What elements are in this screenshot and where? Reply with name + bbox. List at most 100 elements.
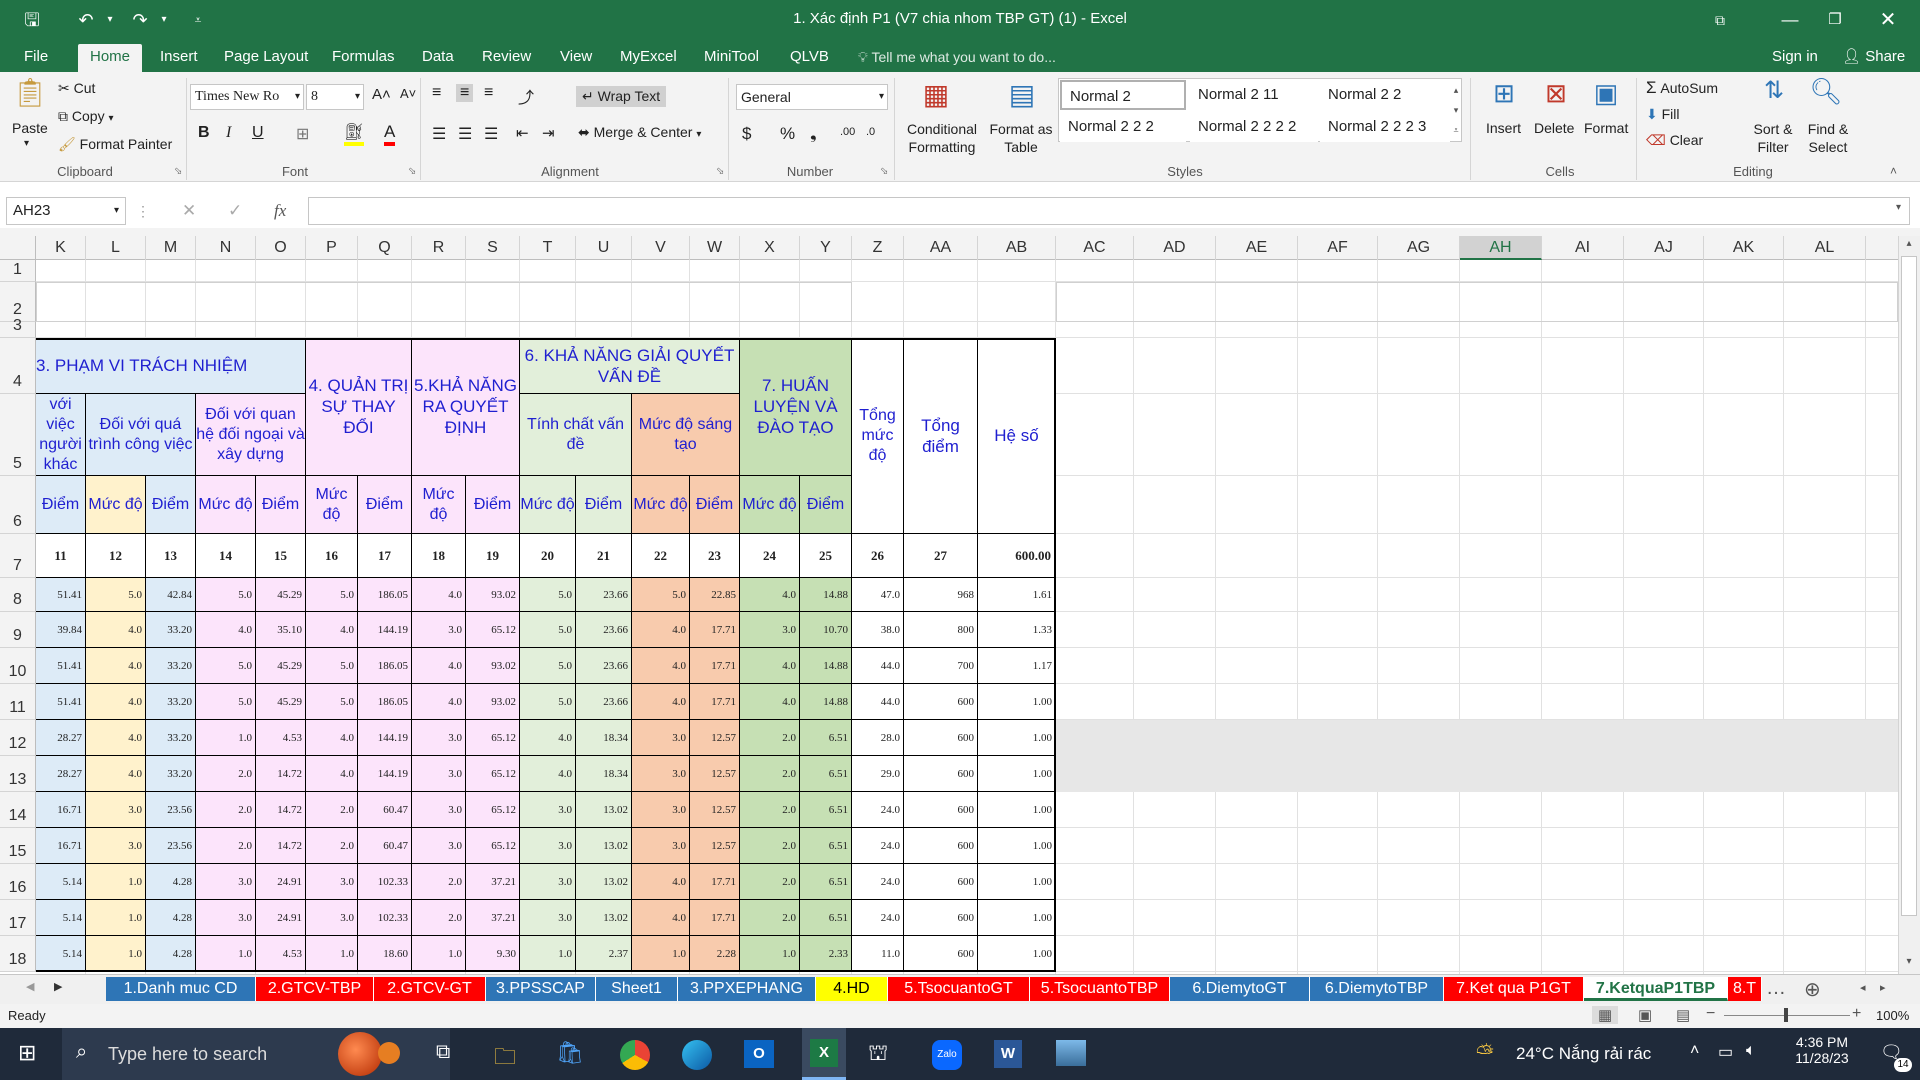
data-cell[interactable]: 1.00 [978,828,1056,864]
data-cell[interactable]: 37.21 [466,864,520,900]
group-header-training[interactable]: 7. HUẤN LUYỆN VÀ ĐÀO TẠO [740,338,852,476]
data-cell[interactable]: 3.0 [632,828,690,864]
data-cell[interactable]: 1.0 [86,900,146,936]
data-cell[interactable]: 4.0 [632,648,690,684]
data-cell[interactable]: 4.0 [306,612,358,648]
group-header-decision-making[interactable]: 5.KHẢ NĂNG RA QUYẾT ĐỊNH [412,338,520,476]
photos-icon[interactable] [1056,1040,1086,1066]
bold-icon[interactable]: B [198,124,210,142]
data-cell[interactable]: 24.0 [852,864,904,900]
data-cell[interactable]: 65.12 [466,792,520,828]
font-size-combo[interactable]: 8 ▾ [306,84,364,110]
data-cell[interactable]: 4.53 [256,720,306,756]
weather-text[interactable]: 24°C Nắng rải rác [1516,1044,1651,1064]
expand-formula-icon[interactable]: ▾ [1896,202,1901,213]
data-cell[interactable]: 12.57 [690,792,740,828]
subheader-problem-nature[interactable]: Tính chất vấn đề [520,394,632,476]
data-cell[interactable]: 186.05 [358,578,412,612]
clear-button[interactable]: ⌫ Clear [1646,132,1703,149]
battery-icon[interactable]: ▭ [1718,1042,1733,1062]
merge-center-button[interactable]: ⬌ Merge & Center ▾ [578,124,701,141]
row-header-4[interactable]: 4 [0,338,36,394]
column-header-l[interactable]: L [86,236,146,260]
group-header-change-management[interactable]: 4. QUẢN TRỊ SỰ THAY ĐỔI [306,338,412,476]
data-cell[interactable]: 1.0 [306,936,358,972]
subheader-row6[interactable]: Điểm [466,476,520,534]
data-cell[interactable]: 2.0 [306,792,358,828]
fill-button[interactable]: ⬇ Fill [1646,106,1680,123]
alignment-launcher-icon[interactable]: ⬂ [716,166,724,177]
data-cell[interactable]: 93.02 [466,648,520,684]
data-cell[interactable]: 2.0 [196,756,256,792]
data-cell[interactable]: 35.10 [256,612,306,648]
close-icon[interactable]: ✕ [1868,6,1908,34]
data-cell[interactable]: 600 [904,864,978,900]
data-cell[interactable]: 2.0 [196,828,256,864]
data-cell[interactable]: 65.12 [466,756,520,792]
data-cell[interactable]: 14.72 [256,828,306,864]
data-cell[interactable]: 4.28 [146,900,196,936]
data-cell[interactable]: 5.14 [36,864,86,900]
data-cell[interactable]: 2.0 [740,864,800,900]
vertical-scrollbar[interactable]: ▴ ▾ [1898,236,1920,974]
data-cell[interactable]: 5.0 [196,648,256,684]
column-header-u[interactable]: U [576,236,632,260]
subheader-row6[interactable]: Mức độ [740,476,800,534]
select-all-corner[interactable] [0,236,36,260]
data-cell[interactable]: 51.41 [36,684,86,720]
column-header-af[interactable]: AF [1298,236,1378,260]
data-cell[interactable]: 2.0 [196,792,256,828]
autosum-button[interactable]: Σ AutoSum [1646,78,1718,98]
data-cell[interactable]: 5.0 [86,578,146,612]
column-header-r[interactable]: R [412,236,466,260]
zoom-slider-thumb[interactable] [1784,1008,1788,1022]
data-cell[interactable]: 13.02 [576,792,632,828]
column-header-v[interactable]: V [632,236,690,260]
subheader-others-work[interactable]: với việc người khác [36,394,86,476]
paste-button[interactable]: Paste [12,120,48,136]
data-cell[interactable]: 4.0 [740,578,800,612]
new-sheet-icon[interactable]: ⊕ [1804,977,1821,1002]
column-header-y[interactable]: Y [800,236,852,260]
sheet-tab[interactable]: 7.Ket qua P1GT [1444,977,1584,1001]
scroll-left-icon[interactable]: ◂ [1860,981,1866,994]
column-header-q[interactable]: Q [358,236,412,260]
column-index[interactable]: 21 [576,534,632,578]
minimize-icon[interactable]: — [1770,6,1810,34]
data-cell[interactable]: 28.27 [36,720,86,756]
redo-dropdown-icon[interactable]: ▾ [150,8,178,32]
number-launcher-icon[interactable]: ⬂ [880,166,888,177]
data-cell[interactable]: 3.0 [520,900,576,936]
row-header-13[interactable]: 13 [0,756,36,792]
share-button[interactable]: 👤︎ Share [1834,44,1913,72]
data-cell[interactable]: 45.29 [256,684,306,720]
zoom-level[interactable]: 100% [1876,1008,1909,1023]
column-index[interactable]: 19 [466,534,520,578]
data-cell[interactable]: 14.88 [800,684,852,720]
decrease-decimal-icon[interactable]: .0 [866,126,875,138]
column-header-aj[interactable]: AJ [1624,236,1704,260]
data-cell[interactable]: 5.14 [36,936,86,972]
data-cell[interactable]: 18.60 [358,936,412,972]
data-cell[interactable]: 2.33 [800,936,852,972]
data-cell[interactable]: 4.0 [86,612,146,648]
style-normal-2[interactable]: Normal 2 [1060,80,1186,110]
data-cell[interactable]: 1.0 [412,936,466,972]
zalo-icon[interactable]: Zalo [932,1040,962,1070]
insert-cells-button[interactable]: Insert [1486,120,1521,136]
subheader-work-process[interactable]: Đối với quá trình công việc [86,394,196,476]
column-index[interactable]: 13 [146,534,196,578]
tell-me-box[interactable]: 💡︎ Tell me what you want to do... [850,44,1064,72]
data-cell[interactable]: 1.00 [978,864,1056,900]
column-header-p[interactable]: P [306,236,358,260]
column-index[interactable]: 600.00 [978,534,1056,578]
data-cell[interactable]: 60.47 [358,828,412,864]
data-cell[interactable]: 6.51 [800,720,852,756]
decrease-indent-icon[interactable]: ⇤ [516,124,529,142]
column-index[interactable]: 25 [800,534,852,578]
data-cell[interactable]: 24.0 [852,900,904,936]
data-cell[interactable]: 1.0 [86,936,146,972]
sheet-tab[interactable]: 8.T [1728,977,1762,1001]
data-cell[interactable]: 1.0 [740,936,800,972]
data-cell[interactable]: 4.0 [306,756,358,792]
